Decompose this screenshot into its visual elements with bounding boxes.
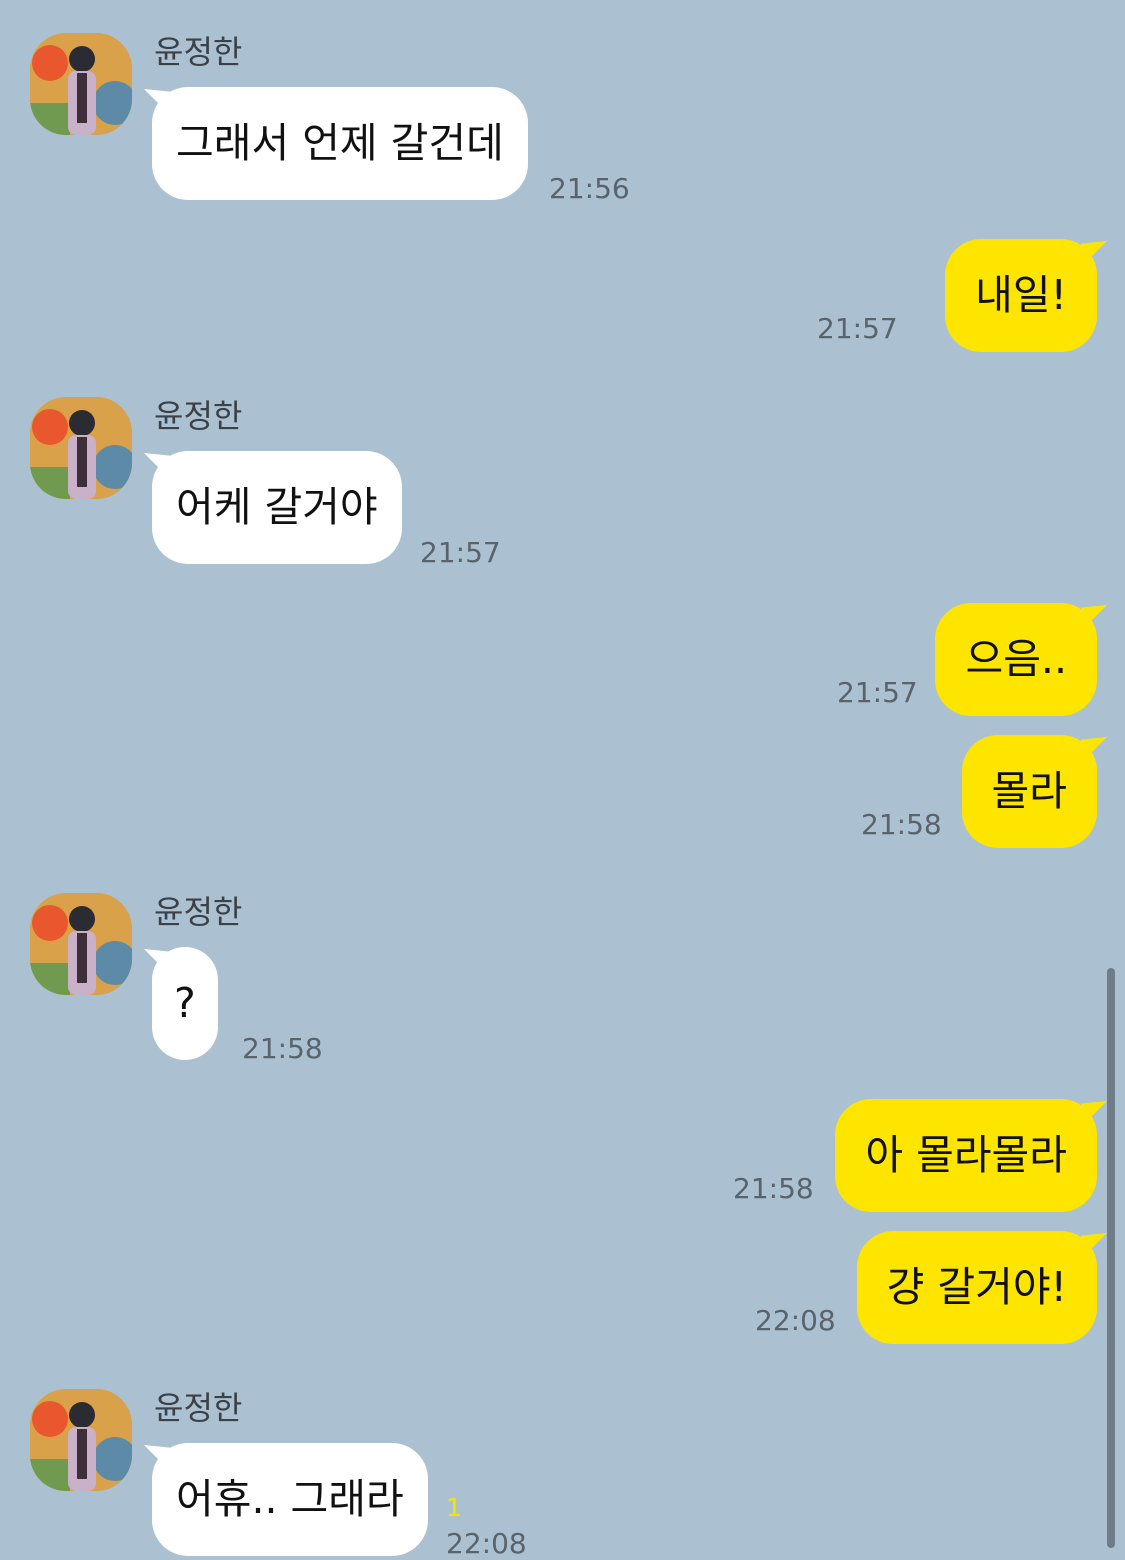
message-time: 21:57 [420, 536, 501, 569]
message-time: 21:57 [817, 312, 898, 345]
message-time: 21:58 [242, 1032, 323, 1065]
message-time: 21:58 [733, 1172, 814, 1205]
message-incoming: 윤정한 어휴.. 그래라 1 22:08 [30, 1389, 930, 1560]
profile-photo-icon [30, 33, 132, 135]
avatar[interactable] [30, 1389, 132, 1491]
message-outgoing: 21:57 내일! [817, 239, 1107, 352]
message-bubble[interactable]: 내일! [945, 239, 1097, 352]
message-outgoing: 21:57 으음.. [837, 603, 1107, 716]
message-bubble[interactable]: 그래서 언제 갈건데 [152, 87, 528, 200]
message-incoming: 윤정한 그래서 언제 갈건데 21:56 [30, 33, 930, 203]
unread-count: 1 [446, 1493, 462, 1522]
avatar[interactable] [30, 33, 132, 135]
message-time: 22:08 [755, 1304, 836, 1337]
message-time: 22:08 [446, 1527, 527, 1560]
message-bubble[interactable]: 걍 갈거야! [856, 1231, 1097, 1344]
scrollbar[interactable] [1107, 968, 1115, 1548]
message-time: 21:56 [549, 172, 630, 205]
message-outgoing: 22:08 걍 갈거야! [755, 1231, 1107, 1344]
profile-photo-icon [30, 397, 132, 499]
message-bubble[interactable]: 아 몰라몰라 [835, 1099, 1097, 1212]
avatar[interactable] [30, 397, 132, 499]
message-bubble[interactable]: ? [152, 947, 218, 1060]
message-incoming: 윤정한 ? 21:58 [30, 893, 930, 1063]
profile-photo-icon [30, 1389, 132, 1491]
message-outgoing: 21:58 몰라 [861, 735, 1107, 848]
sender-name: 윤정한 [154, 1389, 243, 1427]
sender-name: 윤정한 [154, 397, 243, 435]
avatar[interactable] [30, 893, 132, 995]
message-bubble[interactable]: 어케 갈거야 [152, 451, 402, 564]
message-bubble[interactable]: 으음.. [935, 603, 1097, 716]
message-time: 21:57 [837, 676, 918, 709]
message-incoming: 윤정한 어케 갈거야 21:57 [30, 397, 930, 567]
sender-name: 윤정한 [154, 33, 243, 71]
profile-photo-icon [30, 893, 132, 995]
message-time: 21:58 [861, 808, 942, 841]
message-bubble[interactable]: 몰라 [961, 735, 1097, 848]
message-outgoing: 21:58 아 몰라몰라 [733, 1099, 1107, 1212]
sender-name: 윤정한 [154, 893, 243, 931]
message-bubble[interactable]: 어휴.. 그래라 [152, 1443, 428, 1556]
